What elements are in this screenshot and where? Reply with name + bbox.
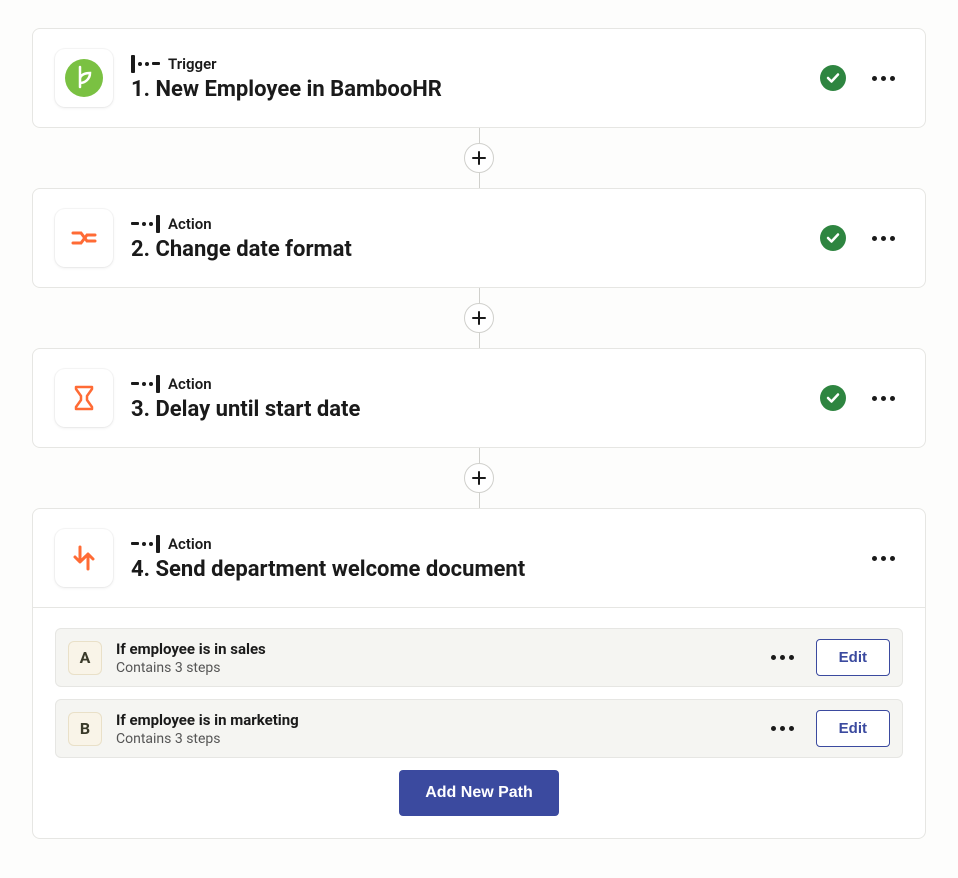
path-row[interactable]: A If employee is in sales Contains 3 ste… [55, 628, 903, 687]
path-steps-count: Contains 3 steps [116, 660, 749, 676]
path-badge: B [68, 712, 102, 746]
step-meta: Action 3. Delay until start date [131, 375, 802, 422]
action-type-icon [131, 535, 160, 553]
delay-app-icon [55, 369, 113, 427]
path-title: If employee is in marketing [116, 711, 749, 729]
step-more-menu[interactable] [864, 550, 903, 567]
step-meta: Trigger 1. New Employee in BambooHR [131, 55, 802, 102]
step-meta: Action 4. Send department welcome docume… [131, 535, 846, 582]
step-card-action[interactable]: Action 2. Change date format [32, 188, 926, 288]
paths-app-icon [55, 529, 113, 587]
action-type-icon [131, 215, 160, 233]
step-type-label: Action [168, 375, 212, 393]
path-more-menu[interactable] [763, 649, 802, 666]
step-title: 4. Send department welcome document [131, 557, 846, 582]
step-more-menu[interactable] [864, 390, 903, 407]
add-step-button[interactable] [464, 463, 494, 493]
step-header: Trigger 1. New Employee in BambooHR [55, 49, 903, 107]
step-header: Action 4. Send department welcome docume… [55, 529, 903, 587]
step-meta: Action 2. Change date format [131, 215, 802, 262]
edit-path-button[interactable]: Edit [816, 710, 890, 747]
trigger-type-icon [131, 55, 160, 73]
bamboohr-app-icon [55, 49, 113, 107]
path-badge: A [68, 641, 102, 675]
step-title: 3. Delay until start date [131, 397, 802, 422]
step-header: Action 3. Delay until start date [55, 369, 903, 427]
connector [32, 288, 926, 348]
path-more-menu[interactable] [763, 720, 802, 737]
edit-path-button[interactable]: Edit [816, 639, 890, 676]
step-header: Action 2. Change date format [55, 209, 903, 267]
step-more-menu[interactable] [864, 70, 903, 87]
connector [32, 128, 926, 188]
status-check-icon [820, 385, 846, 411]
formatter-app-icon [55, 209, 113, 267]
step-more-menu[interactable] [864, 230, 903, 247]
action-type-icon [131, 375, 160, 393]
path-row[interactable]: B If employee is in marketing Contains 3… [55, 699, 903, 758]
step-type-label: Action [168, 215, 212, 233]
paths-list: A If employee is in sales Contains 3 ste… [33, 607, 925, 838]
step-card-action[interactable]: Action 3. Delay until start date [32, 348, 926, 448]
status-check-icon [820, 65, 846, 91]
step-type-label: Action [168, 535, 212, 553]
step-type-label: Trigger [168, 55, 217, 73]
add-step-button[interactable] [464, 143, 494, 173]
path-title: If employee is in sales [116, 640, 749, 658]
add-new-path-button[interactable]: Add New Path [399, 770, 559, 816]
step-title: 2. Change date format [131, 237, 802, 262]
connector [32, 448, 926, 508]
step-card-trigger[interactable]: Trigger 1. New Employee in BambooHR [32, 28, 926, 128]
step-title: 1. New Employee in BambooHR [131, 77, 802, 102]
path-steps-count: Contains 3 steps [116, 731, 749, 747]
status-check-icon [820, 225, 846, 251]
step-card-paths[interactable]: Action 4. Send department welcome docume… [32, 508, 926, 839]
add-step-button[interactable] [464, 303, 494, 333]
